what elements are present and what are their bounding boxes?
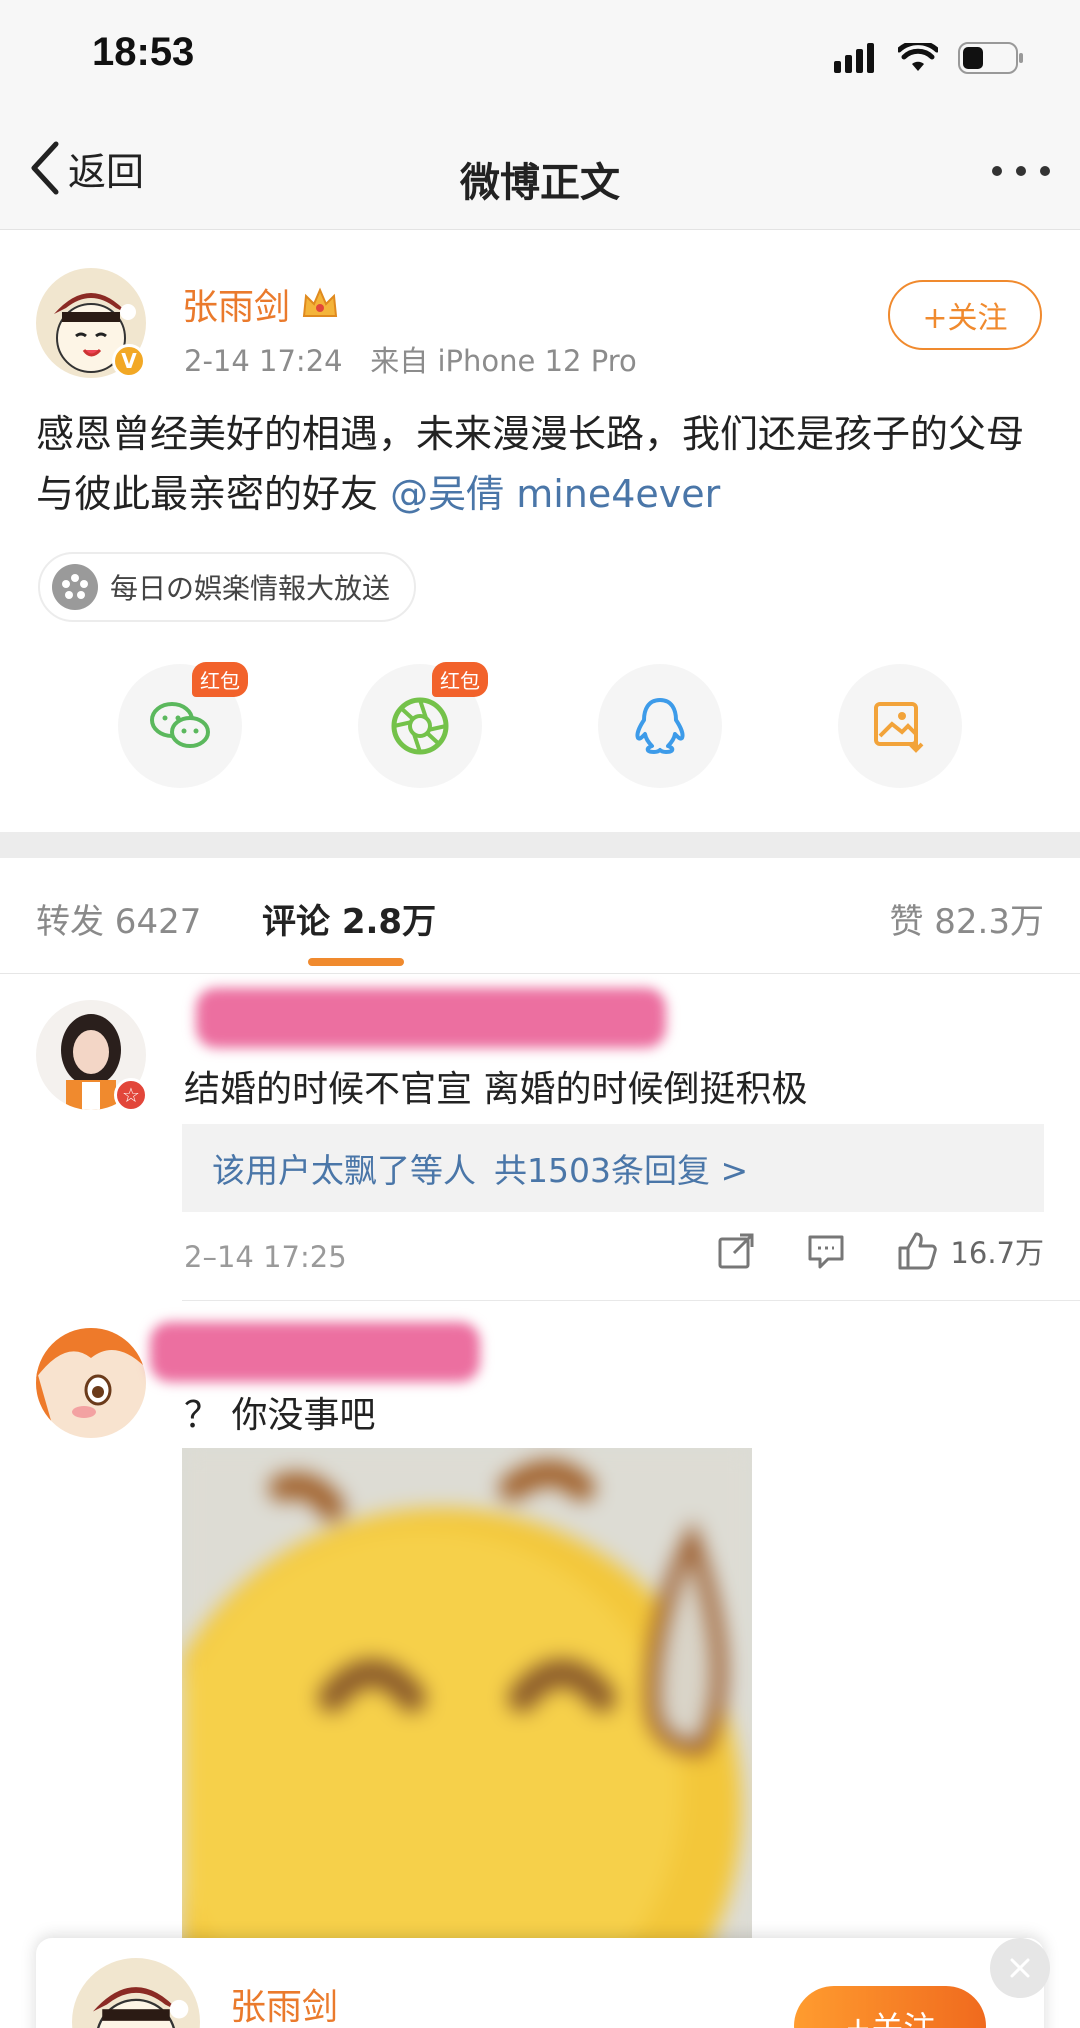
- moments-icon: [391, 697, 449, 755]
- nav-bar: 返回 微博正文: [0, 110, 1080, 230]
- tab-likes[interactable]: 赞 82.3万: [889, 894, 1044, 943]
- hongbao-badge: 红包: [432, 662, 488, 697]
- wechat-share-button[interactable]: 红包: [118, 662, 248, 788]
- status-icons: [834, 38, 1024, 78]
- redacted-username: [150, 1322, 480, 1382]
- like-count: 16.7万: [950, 1236, 1044, 1270]
- mention-link[interactable]: @吴倩 mine4ever: [390, 472, 720, 516]
- post-timestamp: 2-14 17:24: [184, 344, 343, 378]
- author-name[interactable]: 张雨剑: [182, 278, 340, 330]
- status-time: 18:53: [92, 30, 195, 74]
- topic-chip[interactable]: 每日の娯楽情報大放送: [38, 552, 417, 622]
- hongbao-badge: 红包: [192, 662, 248, 697]
- status-bar: 18:53: [0, 0, 1080, 110]
- flower-icon: [52, 564, 98, 610]
- comment-text: ？ 你没事吧: [184, 1395, 376, 1436]
- reply-count-link[interactable]: 共1503条回复 >: [494, 1144, 748, 1192]
- section-divider: [0, 832, 1080, 858]
- redacted-username: [196, 988, 666, 1048]
- author-name-text: 张雨剑: [182, 287, 291, 328]
- tab-bar: 转发 6427 评论 2.8万 赞 82.3万: [0, 858, 1080, 974]
- post-body: 感恩曾经美好的相遇，未来漫漫长路，我们还是孩子的父母与彼此最亲密的好友 @吴倩 …: [36, 404, 1046, 524]
- topic-label: 每日の娯楽情報大放送: [110, 572, 391, 605]
- verified-badge: V: [112, 344, 146, 378]
- thumbs-up-icon: [898, 1232, 938, 1270]
- wechat-icon: [150, 702, 210, 748]
- float-author-name[interactable]: 张雨剑: [230, 1978, 338, 2028]
- qq-icon: [635, 698, 685, 754]
- commenter-avatar[interactable]: [36, 1328, 146, 1438]
- qq-share-button[interactable]: [598, 664, 722, 788]
- floating-follow-card: 张雨剑 +关注: [36, 1938, 1044, 2028]
- follow-button[interactable]: +关注: [888, 280, 1042, 350]
- tab-repost[interactable]: 转发 6427: [36, 894, 201, 943]
- active-tab-indicator: [308, 958, 404, 966]
- moments-share-button[interactable]: 红包: [358, 662, 488, 788]
- share-row: 红包 红包: [0, 662, 1080, 794]
- post-meta: 2-14 17:24 来自 iPhone 12 Pro: [184, 338, 637, 380]
- reply-users: 该用户太飘了等人: [212, 1151, 476, 1190]
- like-button[interactable]: 16.7万: [896, 1230, 1044, 1272]
- save-image-button[interactable]: [838, 664, 962, 788]
- battery-icon: [958, 42, 1023, 74]
- comment-text: 结婚的时候不官宣 离婚的时候倒挺积极: [184, 1069, 808, 1110]
- more-icon[interactable]: [992, 166, 1050, 176]
- share-icon[interactable]: [716, 1231, 756, 1271]
- float-avatar[interactable]: [72, 1958, 200, 2028]
- page-title: 微博正文: [460, 160, 620, 206]
- float-follow-button[interactable]: +关注: [794, 1986, 986, 2028]
- comment-separator: [182, 1300, 1080, 1301]
- crown-icon: [302, 287, 338, 317]
- commenter-badge: ☆: [114, 1078, 148, 1112]
- save-image-icon: [874, 702, 924, 753]
- reply-summary[interactable]: 该用户太飘了等人 共1503条回复 >: [182, 1124, 1044, 1212]
- post-source: 来自 iPhone 12 Pro: [370, 344, 637, 378]
- comment-time: 2–14 17:25: [184, 1240, 347, 1274]
- tab-comments[interactable]: 评论 2.8万: [262, 894, 436, 943]
- close-icon[interactable]: [990, 1938, 1050, 1998]
- comment-icon[interactable]: [806, 1231, 846, 1271]
- signal-icon: [834, 43, 874, 73]
- comment-actions: 16.7万: [716, 1230, 1044, 1272]
- wifi-icon: [898, 43, 938, 71]
